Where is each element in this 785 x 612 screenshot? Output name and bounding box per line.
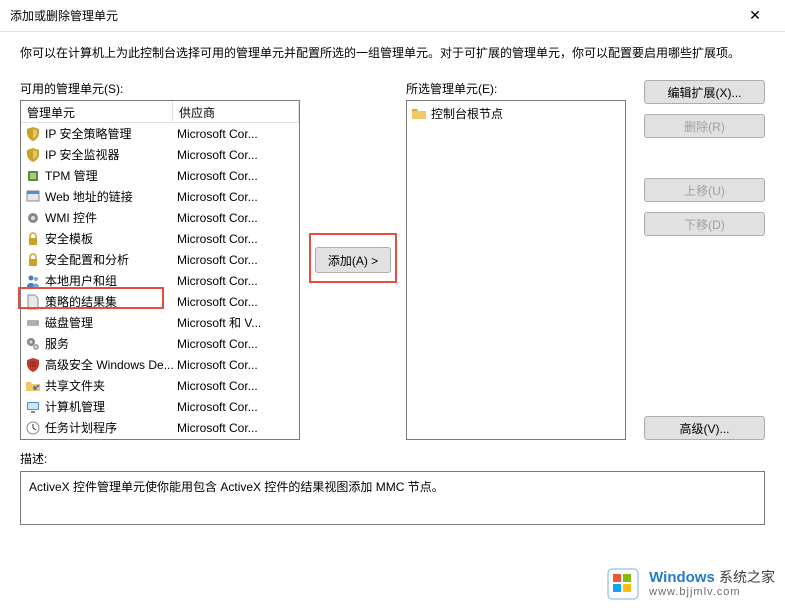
folder-share-icon	[25, 378, 41, 394]
tree-root-item[interactable]: 控制台根节点	[411, 105, 621, 122]
watermark-brand-zh: 系统之家	[719, 569, 775, 585]
list-item[interactable]: 安全配置和分析Microsoft Cor...	[21, 249, 299, 270]
chip-icon	[25, 168, 41, 184]
item-name: 磁盘管理	[45, 314, 175, 331]
clock-icon	[25, 420, 41, 436]
button-column: 编辑扩展(X)... 删除(R) 上移(U) 下移(D) 高级(V)...	[634, 80, 765, 440]
item-name: 本地用户和组	[45, 272, 175, 289]
available-column: 可用的管理单元(S): 管理单元 供应商 IP 安全策略管理Microsoft …	[20, 80, 300, 440]
item-name: 安全配置和分析	[45, 251, 175, 268]
watermark: Windows 系统之家 www.bjjmlv.com	[605, 566, 775, 602]
item-name: WMI 控件	[45, 209, 175, 226]
list-item[interactable]: IP 安全监视器Microsoft Cor...	[21, 144, 299, 165]
gears-icon	[25, 336, 41, 352]
shield-icon	[25, 126, 41, 142]
list-item[interactable]: 服务Microsoft Cor...	[21, 333, 299, 354]
item-vendor: Microsoft Cor...	[175, 190, 295, 204]
item-name: TPM 管理	[45, 167, 175, 184]
link-icon	[25, 189, 41, 205]
watermark-text: Windows 系统之家 www.bjjmlv.com	[649, 570, 775, 599]
add-button[interactable]: 添加(A) >	[315, 247, 391, 273]
gear-icon	[25, 210, 41, 226]
listbox-body: IP 安全策略管理Microsoft Cor...IP 安全监视器Microso…	[21, 123, 299, 440]
available-label: 可用的管理单元(S):	[20, 80, 300, 97]
list-item[interactable]: 高级安全 Windows De...Microsoft Cor...	[21, 354, 299, 375]
tree-root-label: 控制台根节点	[431, 105, 503, 122]
selected-label: 所选管理单元(E):	[406, 80, 626, 97]
item-vendor: Microsoft Cor...	[175, 379, 295, 393]
watermark-url: www.bjjmlv.com	[649, 586, 775, 598]
doc-icon	[25, 294, 41, 310]
item-name: 任务计划程序	[45, 419, 175, 436]
edit-extensions-button[interactable]: 编辑扩展(X)...	[644, 80, 765, 104]
main-content: 可用的管理单元(S): 管理单元 供应商 IP 安全策略管理Microsoft …	[0, 80, 785, 440]
list-item[interactable]: 策略的结果集Microsoft Cor...	[21, 291, 299, 312]
computer-icon	[25, 399, 41, 415]
item-vendor: Microsoft Cor...	[175, 211, 295, 225]
lock-icon	[25, 252, 41, 268]
intro-text: 你可以在计算机上为此控制台选择可用的管理单元并配置所选的一组管理单元。对于可扩展…	[0, 32, 785, 80]
folder-icon	[411, 106, 427, 122]
item-name: 服务	[45, 335, 175, 352]
item-vendor: Microsoft Cor...	[175, 253, 295, 267]
disk-icon	[25, 315, 41, 331]
list-item[interactable]: 磁盘管理Microsoft 和 V...	[21, 312, 299, 333]
selected-column: 所选管理单元(E): 控制台根节点	[406, 80, 626, 440]
item-name: 共享文件夹	[45, 377, 175, 394]
list-item[interactable]: Web 地址的链接Microsoft Cor...	[21, 186, 299, 207]
item-name: 计算机管理	[45, 398, 175, 415]
list-item[interactable]: TPM 管理Microsoft Cor...	[21, 165, 299, 186]
col-header-vendor[interactable]: 供应商	[173, 101, 299, 122]
item-vendor: Microsoft Cor...	[175, 274, 295, 288]
shield-icon	[25, 147, 41, 163]
item-name: 安全模板	[45, 230, 175, 247]
move-down-button[interactable]: 下移(D)	[644, 212, 765, 236]
item-vendor: Microsoft Cor...	[175, 127, 295, 141]
window-title: 添加或删除管理单元	[10, 7, 735, 24]
list-item[interactable]: 本地用户和组Microsoft Cor...	[21, 270, 299, 291]
item-name: Web 地址的链接	[45, 188, 175, 205]
list-item[interactable]: IP 安全策略管理Microsoft Cor...	[21, 123, 299, 144]
close-button[interactable]: ✕	[735, 0, 775, 32]
watermark-brand-en: Windows	[649, 569, 715, 586]
middle-column: 添加(A) >	[308, 80, 398, 440]
move-up-button[interactable]: 上移(U)	[644, 178, 765, 202]
remove-button[interactable]: 删除(R)	[644, 114, 765, 138]
list-item[interactable]: 安全模板Microsoft Cor...	[21, 228, 299, 249]
item-vendor: Microsoft Cor...	[175, 400, 295, 414]
description-label: 描述:	[20, 450, 765, 467]
advanced-button[interactable]: 高级(V)...	[644, 416, 765, 440]
windows-logo-icon	[605, 566, 641, 602]
description-section: 描述: ActiveX 控件管理单元使你能用包含 ActiveX 控件的结果视图…	[0, 440, 785, 525]
item-name: 策略的结果集	[45, 293, 175, 310]
listbox-header: 管理单元 供应商	[21, 101, 299, 123]
list-item[interactable]: 计算机管理Microsoft Cor...	[21, 396, 299, 417]
item-vendor: Microsoft Cor...	[175, 169, 295, 183]
item-vendor: Microsoft 和 V...	[175, 314, 295, 331]
description-box: ActiveX 控件管理单元使你能用包含 ActiveX 控件的结果视图添加 M…	[20, 471, 765, 525]
item-vendor: Microsoft Cor...	[175, 232, 295, 246]
list-item[interactable]: 共享文件夹Microsoft Cor...	[21, 375, 299, 396]
item-vendor: Microsoft Cor...	[175, 295, 295, 309]
col-header-name[interactable]: 管理单元	[21, 101, 173, 122]
item-name: IP 安全策略管理	[45, 125, 175, 142]
item-name: 高级安全 Windows De...	[45, 356, 175, 373]
item-vendor: Microsoft Cor...	[175, 337, 295, 351]
firewall-icon	[25, 357, 41, 373]
lock-icon	[25, 231, 41, 247]
list-item[interactable]: 任务计划程序Microsoft Cor...	[21, 417, 299, 438]
item-name: IP 安全监视器	[45, 146, 175, 163]
users-icon	[25, 273, 41, 289]
titlebar: 添加或删除管理单元 ✕	[0, 0, 785, 32]
list-item[interactable]: WMI 控件Microsoft Cor...	[21, 207, 299, 228]
item-vendor: Microsoft Cor...	[175, 148, 295, 162]
selected-treebox[interactable]: 控制台根节点	[406, 100, 626, 440]
available-listbox[interactable]: 管理单元 供应商 IP 安全策略管理Microsoft Cor...IP 安全监…	[20, 100, 300, 440]
item-vendor: Microsoft Cor...	[175, 358, 295, 372]
item-vendor: Microsoft Cor...	[175, 421, 295, 435]
